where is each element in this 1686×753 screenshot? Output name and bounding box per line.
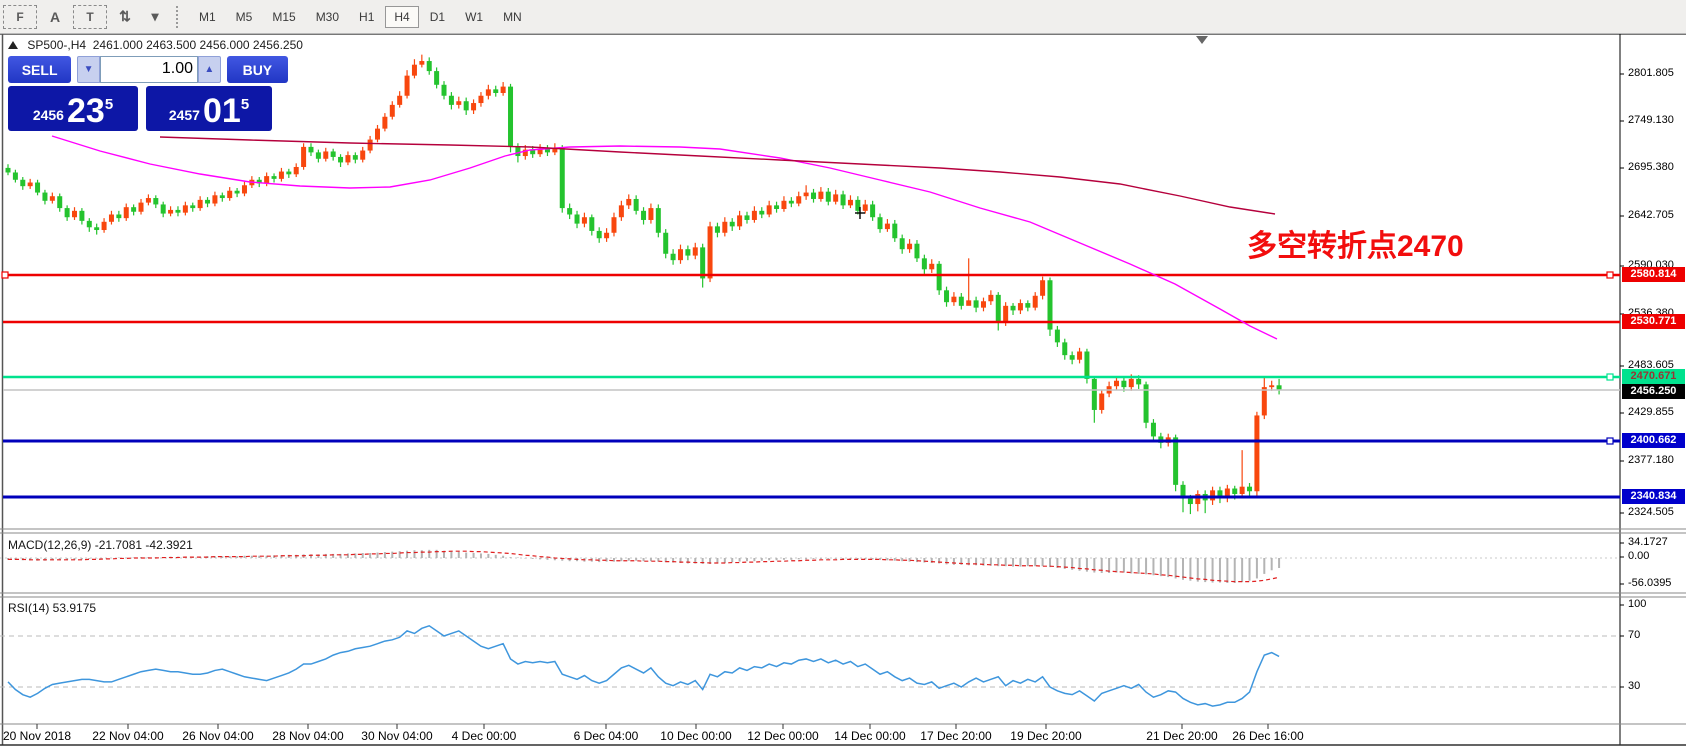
price-axis-tick: 2642.705 — [1628, 209, 1674, 221]
price-line-label: 2530.771 — [1622, 314, 1685, 329]
timeframe-button-d1[interactable]: D1 — [421, 6, 454, 28]
toolbar: FAT ⇅ ▾ M1M5M15M30H1H4D1W1MN — [0, 0, 1686, 34]
toolbar-icons: FAT ⇅ ▾ — [0, 5, 170, 29]
timeframe-button-h4[interactable]: H4 — [385, 6, 418, 28]
textbox-t-icon[interactable]: T — [73, 5, 107, 29]
macd-axis-tick: -56.0395 — [1628, 577, 1671, 589]
time-axis-tick: 12 Dec 00:00 — [747, 729, 818, 743]
price-axis-tick: 2749.130 — [1628, 114, 1674, 126]
time-axis-tick: 28 Nov 04:00 — [272, 729, 343, 743]
price-line-label: 2400.662 — [1622, 433, 1685, 448]
timeframe-bar: M1M5M15M30H1H4D1W1MN — [189, 6, 532, 28]
time-axis-tick: 4 Dec 00:00 — [452, 729, 517, 743]
buy-price-prefix: 2457 — [169, 102, 200, 128]
time-axis-tick: 26 Dec 16:00 — [1232, 729, 1303, 743]
arrows-icon[interactable]: ⇅ — [113, 6, 137, 28]
metatrader-window: FAT ⇅ ▾ M1M5M15M30H1H4D1W1MN SP500-,H4 246… — [0, 0, 1686, 753]
chart-area[interactable] — [3, 34, 1620, 724]
symbol-triangle-icon — [8, 41, 18, 49]
buy-price-display[interactable]: 2457 01 5 — [146, 86, 272, 131]
timeframe-button-w1[interactable]: W1 — [456, 6, 492, 28]
one-click-trade-panel: SELL ▼ ▲ BUY 2456 23 5 2457 01 5 — [8, 56, 288, 131]
volume-up-button[interactable]: ▲ — [198, 56, 221, 83]
volume-down-button[interactable]: ▼ — [77, 56, 100, 83]
price-line-label: 2580.814 — [1622, 267, 1685, 282]
timeframe-button-mn[interactable]: MN — [494, 6, 531, 28]
symbol-info: SP500-,H4 2461.000 2463.500 2456.000 245… — [8, 38, 303, 52]
symbol-name: SP500-,H4 — [27, 38, 86, 52]
dropdown-caret-icon[interactable]: ▾ — [143, 6, 167, 28]
price-line-label: 2456.250 — [1622, 384, 1685, 399]
price-line-label: 2470.671 — [1622, 369, 1685, 384]
price-axis-tick: 2324.505 — [1628, 506, 1674, 518]
time-axis-tick: 21 Dec 20:00 — [1146, 729, 1217, 743]
timeframe-button-m1[interactable]: M1 — [190, 6, 225, 28]
timeframe-button-m30[interactable]: M30 — [307, 6, 348, 28]
sell-price-display[interactable]: 2456 23 5 — [8, 86, 138, 131]
sell-price-prefix: 2456 — [33, 102, 64, 128]
macd-label: MACD(12,26,9) -21.7081 -42.3921 — [8, 538, 193, 552]
time-axis-tick: 6 Dec 04:00 — [574, 729, 639, 743]
buy-price-big: 01 — [203, 94, 241, 128]
rsi-axis-tick: 30 — [1628, 680, 1640, 692]
price-line-label: 2340.834 — [1622, 489, 1685, 504]
buy-price-sup: 5 — [241, 86, 249, 124]
price-axis-tick: 2377.180 — [1628, 454, 1674, 466]
time-axis-tick: 30 Nov 04:00 — [361, 729, 432, 743]
sell-button[interactable]: SELL — [8, 56, 71, 83]
chart-text-annotation: 多空转折点2470 — [1247, 221, 1464, 265]
text-a-icon[interactable]: A — [43, 6, 67, 28]
grid-f-icon[interactable]: F — [3, 5, 37, 29]
time-axis-tick: 14 Dec 00:00 — [834, 729, 905, 743]
volume-field-wrap — [100, 56, 198, 83]
sell-price-sup: 5 — [105, 86, 113, 124]
time-axis-tick: 20 Nov 2018 — [3, 729, 71, 743]
time-axis-tick: 22 Nov 04:00 — [92, 729, 163, 743]
price-axis-tick: 2801.805 — [1628, 67, 1674, 79]
macd-axis-tick: 34.1727 — [1628, 536, 1668, 548]
macd-axis-tick: 0.00 — [1628, 550, 1649, 562]
timeframe-button-m5[interactable]: M5 — [227, 6, 262, 28]
time-axis-tick: 10 Dec 00:00 — [660, 729, 731, 743]
sell-price-big: 23 — [67, 94, 105, 128]
time-axis-tick: 26 Nov 04:00 — [182, 729, 253, 743]
price-axis-tick: 2429.855 — [1628, 406, 1674, 418]
rsi-axis-tick: 70 — [1628, 629, 1640, 641]
time-axis-tick: 19 Dec 20:00 — [1010, 729, 1081, 743]
time-axis-tick: 17 Dec 20:00 — [920, 729, 991, 743]
toolbar-grip[interactable] — [176, 6, 183, 28]
price-axis-tick: 2695.380 — [1628, 161, 1674, 173]
timeframe-button-h1[interactable]: H1 — [350, 6, 383, 28]
rsi-axis-tick: 100 — [1628, 598, 1646, 610]
timeframe-button-m15[interactable]: M15 — [263, 6, 304, 28]
volume-input[interactable] — [101, 57, 197, 80]
buy-button[interactable]: BUY — [227, 56, 288, 83]
rsi-label: RSI(14) 53.9175 — [8, 601, 96, 615]
symbol-ohlc: 2461.000 2463.500 2456.000 2456.250 — [93, 38, 303, 52]
